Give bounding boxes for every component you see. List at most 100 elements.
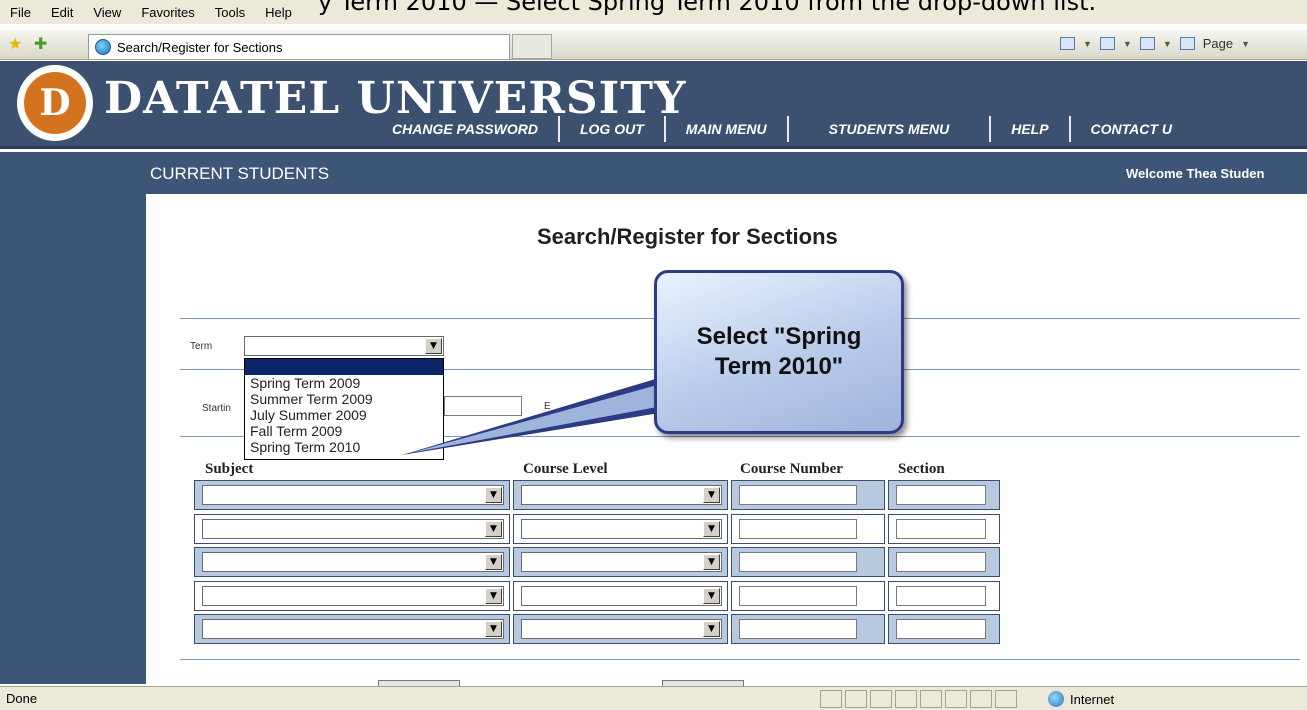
criteria-cell <box>888 614 1000 644</box>
security-zone: Internet <box>1048 691 1114 707</box>
column-subject: Subject <box>205 461 254 477</box>
course-number-input[interactable] <box>739 619 857 639</box>
page-menu-label[interactable]: Page <box>1203 36 1233 51</box>
status-pane <box>945 690 967 708</box>
term-select[interactable]: ▼ <box>244 336 444 356</box>
criteria-cell: ▼ <box>194 547 510 577</box>
criteria-cell: ▼ <box>194 514 510 544</box>
menu-view[interactable]: View <box>93 5 121 20</box>
logo-letter: D <box>39 82 71 124</box>
course-number-input[interactable] <box>739 586 857 606</box>
zone-label: Internet <box>1070 691 1115 707</box>
chevron-down-icon[interactable]: ▼ <box>1123 39 1132 49</box>
divider <box>180 659 1300 660</box>
starting-date-input[interactable] <box>444 396 522 416</box>
section-input[interactable] <box>896 552 986 572</box>
term-option-fall-2009[interactable]: Fall Term 2009 <box>245 423 443 439</box>
section-input[interactable] <box>896 586 986 606</box>
chevron-down-icon[interactable]: ▼ <box>1163 39 1172 49</box>
section-input[interactable] <box>896 619 986 639</box>
course-level-select[interactable]: ▼ <box>521 619 722 639</box>
subject-select[interactable]: ▼ <box>202 519 504 539</box>
ending-date-label: E <box>544 401 551 412</box>
chevron-down-icon[interactable]: ▼ <box>1083 39 1092 49</box>
chevron-down-icon[interactable]: ▼ <box>1241 39 1250 49</box>
criteria-cell: ▼ <box>513 547 728 577</box>
home-icon[interactable] <box>1060 37 1075 50</box>
criteria-cell: ▼ <box>194 581 510 611</box>
page-menu-icon[interactable] <box>1179 37 1195 50</box>
browser-tab-bar: ★ ✚ Search/Register for Sections ▼ ▼ ▼ P… <box>0 30 1307 60</box>
section-input[interactable] <box>896 485 986 505</box>
chevron-down-icon[interactable]: ▼ <box>703 521 720 537</box>
criteria-cell: ▼ <box>513 581 728 611</box>
favorites-star-icon[interactable]: ★ <box>8 34 22 53</box>
term-option-july-summer-2009[interactable]: July Summer 2009 <box>245 407 443 423</box>
term-label: Term <box>190 341 213 352</box>
course-level-select[interactable]: ▼ <box>521 552 722 572</box>
course-level-select[interactable]: ▼ <box>521 586 722 606</box>
university-logo: D <box>17 65 93 141</box>
left-sidebar <box>0 152 146 684</box>
subject-select[interactable]: ▼ <box>202 619 504 639</box>
feeds-icon[interactable] <box>1099 37 1115 50</box>
nav-main-menu[interactable]: MAIN MENU <box>666 121 787 137</box>
course-number-input[interactable] <box>739 485 857 505</box>
chevron-down-icon[interactable]: ▼ <box>485 621 502 637</box>
nav-log-out[interactable]: LOG OUT <box>560 121 664 137</box>
course-level-select[interactable]: ▼ <box>521 485 722 505</box>
subject-select[interactable]: ▼ <box>202 485 504 505</box>
criteria-cell <box>731 581 885 611</box>
criteria-cell: ▼ <box>513 614 728 644</box>
course-number-input[interactable] <box>739 552 857 572</box>
chevron-down-icon[interactable]: ▼ <box>485 521 502 537</box>
menu-help[interactable]: Help <box>265 5 292 20</box>
status-pane <box>895 690 917 708</box>
welcome-text: Welcome Thea Studen <box>1126 166 1265 181</box>
menu-tools[interactable]: Tools <box>215 5 245 20</box>
subject-select[interactable]: ▼ <box>202 586 504 606</box>
chevron-down-icon[interactable]: ▼ <box>485 588 502 604</box>
term-option-summer-2009[interactable]: Summer Term 2009 <box>245 391 443 407</box>
chevron-down-icon[interactable]: ▼ <box>703 588 720 604</box>
status-pane <box>920 690 942 708</box>
chevron-down-icon[interactable]: ▼ <box>703 621 720 637</box>
browser-tab[interactable]: Search/Register for Sections <box>88 34 510 59</box>
column-course-number: Course Number <box>740 461 843 477</box>
status-pane <box>870 690 892 708</box>
criteria-cell <box>731 547 885 577</box>
status-pane <box>970 690 992 708</box>
print-icon[interactable] <box>1139 37 1155 50</box>
page-icon <box>95 39 111 55</box>
column-section: Section <box>898 461 945 477</box>
menu-edit[interactable]: Edit <box>51 5 73 20</box>
chevron-down-icon[interactable]: ▼ <box>425 338 442 354</box>
course-level-select[interactable]: ▼ <box>521 519 722 539</box>
term-option-blank[interactable] <box>245 359 443 375</box>
subject-select[interactable]: ▼ <box>202 552 504 572</box>
criteria-cell: ▼ <box>194 480 510 510</box>
term-option-spring-2009[interactable]: Spring Term 2009 <box>245 375 443 391</box>
chevron-down-icon[interactable]: ▼ <box>703 487 720 503</box>
chevron-down-icon[interactable]: ▼ <box>703 554 720 570</box>
nav-change-password[interactable]: CHANGE PASSWORD <box>372 121 558 137</box>
term-option-spring-2010[interactable]: Spring Term 2010 <box>245 439 443 455</box>
criteria-cell: ▼ <box>513 514 728 544</box>
nav-contact-us[interactable]: CONTACT U <box>1071 121 1192 137</box>
term-dropdown-list: Spring Term 2009 Summer Term 2009 July S… <box>244 358 444 460</box>
chevron-down-icon[interactable]: ▼ <box>485 554 502 570</box>
chevron-down-icon[interactable]: ▼ <box>485 487 502 503</box>
menu-file[interactable]: File <box>10 5 31 20</box>
nav-help[interactable]: HELP <box>991 121 1068 137</box>
nav-students-menu[interactable]: STUDENTS MENU <box>789 121 990 137</box>
status-text: Done <box>6 691 38 706</box>
criteria-cell <box>731 614 885 644</box>
course-number-input[interactable] <box>739 519 857 539</box>
new-tab-button[interactable] <box>512 34 552 59</box>
top-navigation: CHANGE PASSWORD LOG OUT MAIN MENU STUDEN… <box>372 116 1192 142</box>
criteria-cell <box>888 514 1000 544</box>
add-favorite-icon[interactable]: ✚ <box>34 34 47 53</box>
section-input[interactable] <box>896 519 986 539</box>
starting-date-label: Startin <box>202 403 231 414</box>
menu-favorites[interactable]: Favorites <box>141 5 194 20</box>
